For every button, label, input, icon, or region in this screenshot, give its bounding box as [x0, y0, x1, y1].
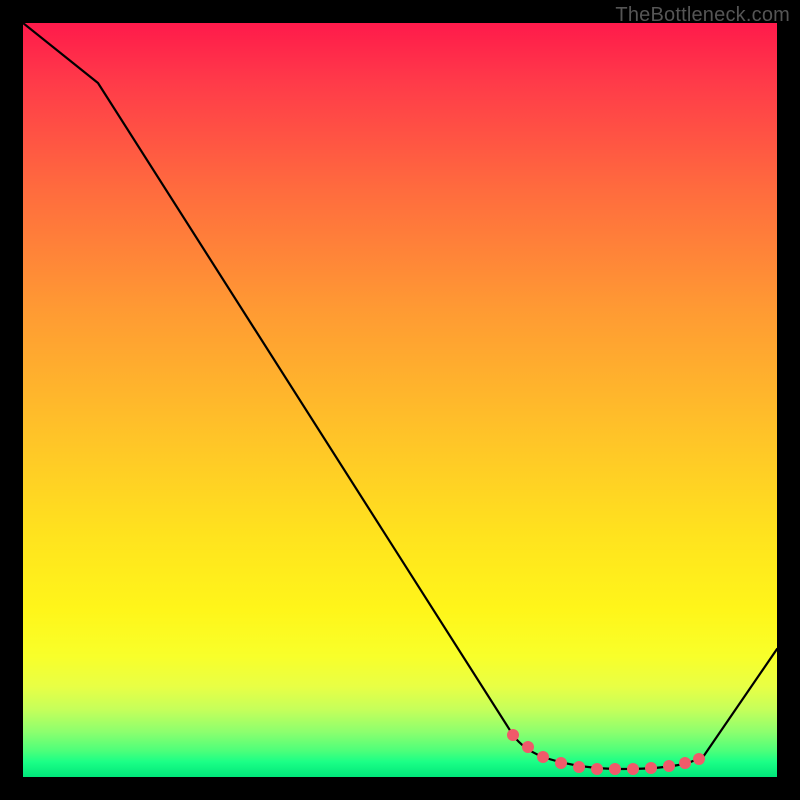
- chart-stage: TheBottleneck.com: [0, 0, 800, 800]
- watermark-label: TheBottleneck.com: [615, 4, 790, 27]
- plot-area: [23, 23, 777, 777]
- curve-path: [23, 23, 777, 769]
- bottleneck-curve: [23, 23, 777, 777]
